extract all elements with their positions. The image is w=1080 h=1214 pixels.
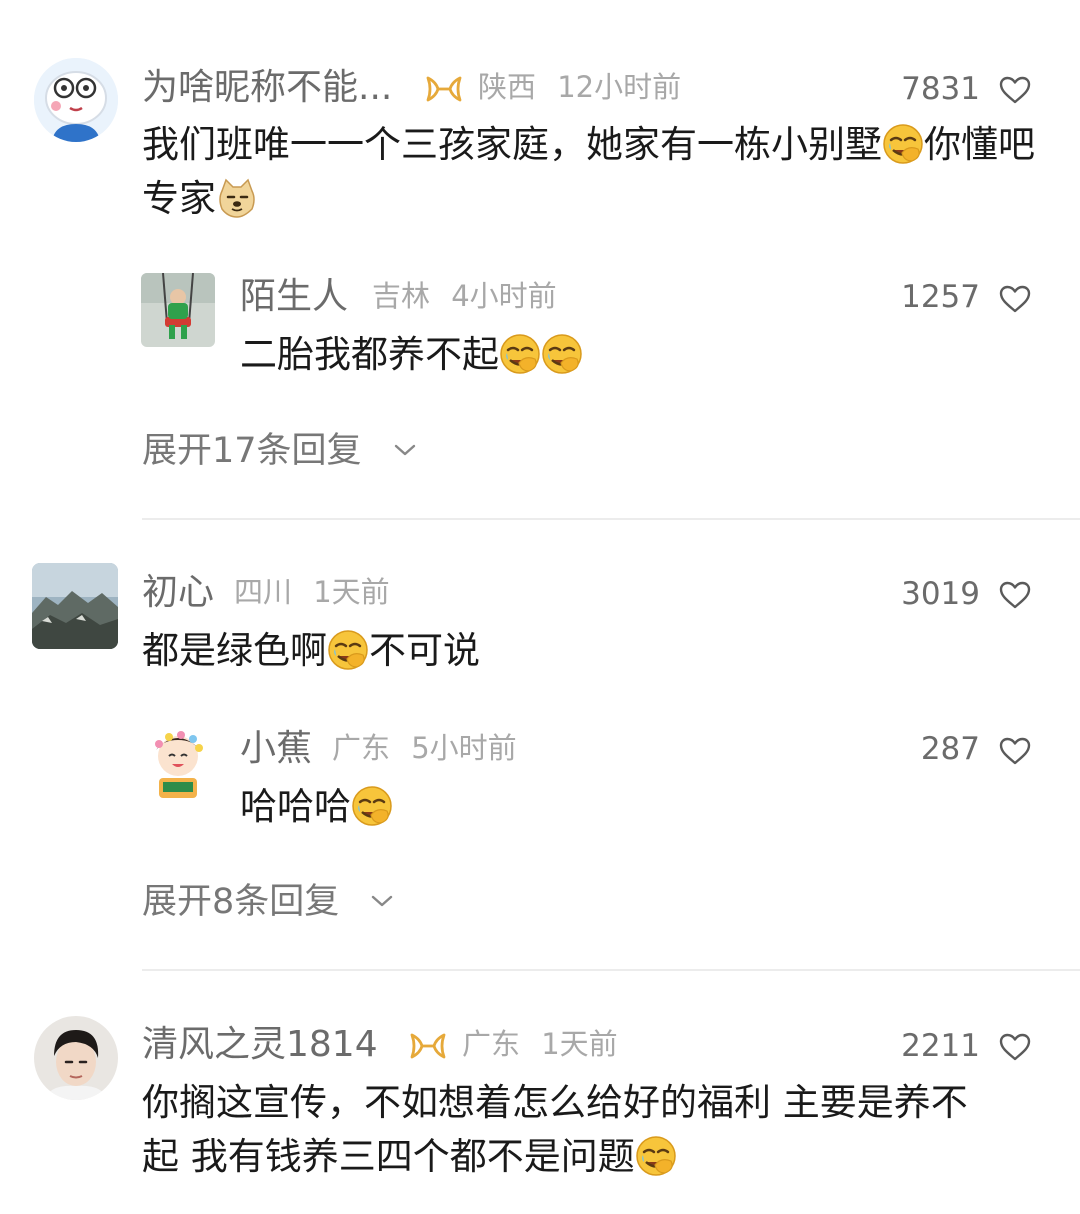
facepalm-laugh-emoji — [327, 629, 369, 671]
heart-outline-icon[interactable] — [998, 736, 1032, 766]
divider — [142, 969, 1080, 971]
avatar[interactable] — [34, 1016, 118, 1100]
time-label: 1天前 — [541, 1027, 618, 1061]
divider — [142, 518, 1080, 520]
time-label: 1天前 — [313, 575, 390, 609]
facepalm-laugh-emoji — [635, 1135, 677, 1177]
mountain-landscape-photo-icon — [32, 563, 118, 649]
comment-text: 二胎我都养不起 — [240, 328, 583, 382]
avatar[interactable] — [141, 726, 215, 800]
child-swing-photo-icon — [141, 273, 215, 347]
location-label: 四川 — [234, 575, 293, 609]
young-man-photo-icon — [34, 1016, 118, 1100]
username[interactable]: 清风之灵1814 — [142, 1027, 378, 1063]
doge-emoji — [216, 177, 258, 219]
expand-replies-button[interactable]: 展开17条回复 — [142, 434, 417, 469]
heart-outline-icon[interactable] — [998, 75, 1032, 105]
time-label: 4小时前 — [451, 279, 557, 313]
username[interactable]: 为啥昵称不能... — [142, 70, 392, 106]
heart-outline-icon[interactable] — [998, 284, 1032, 314]
comment-text: 你搁这宣传，不如想着怎么给好的福利 主要是养不 起 我有钱养三四个都不是问题 — [142, 1076, 1052, 1184]
comment-text-part: 不可说 — [369, 629, 480, 672]
facepalm-laugh-emoji — [351, 785, 393, 827]
comment-text-part: 我们班唯一一个三孩家庭，她家有一栋小别墅 — [142, 123, 882, 166]
comment-text-line-wrap: 起 我有钱养三四个都不是问题 — [142, 1130, 1052, 1184]
expand-replies-button[interactable]: 展开8条回复 — [142, 885, 394, 920]
comment-text: 都是绿色啊 不可说 — [142, 624, 480, 678]
comment-text-line: 你搁这宣传，不如想着怎么给好的福利 主要是养不 — [142, 1081, 968, 1124]
comment-text-part: 哈哈哈 — [240, 785, 351, 828]
expand-replies-label: 展开8条回复 — [142, 882, 340, 922]
like-count: 7831 — [901, 71, 980, 107]
heart-outline-icon[interactable] — [998, 580, 1032, 610]
like-count: 2211 — [901, 1028, 980, 1064]
cartoon-girl-icon — [141, 726, 215, 800]
avatar[interactable] — [34, 58, 118, 142]
location-label: 广东 — [462, 1027, 521, 1061]
facepalm-laugh-emoji — [499, 333, 541, 375]
facepalm-laugh-emoji — [541, 333, 583, 375]
comment-meta: 广东 5小时前 — [332, 734, 517, 763]
facepalm-laugh-emoji — [882, 123, 924, 165]
like-count: 3019 — [901, 576, 980, 612]
chevron-down-icon — [370, 893, 394, 909]
username[interactable]: 陌生人 — [240, 279, 348, 315]
chevron-down-icon — [393, 442, 417, 458]
like-count: 287 — [920, 731, 980, 767]
comment-text-line: 起 我有钱养三四个都不是问题 — [142, 1135, 635, 1178]
heart-outline-icon[interactable] — [998, 1032, 1032, 1062]
comment-meta: 吉林 4小时前 — [372, 282, 557, 311]
comment-meta: 陕西 12小时前 — [478, 73, 681, 102]
comment-meta: 四川 1天前 — [234, 578, 390, 607]
comment-meta: 广东 1天前 — [462, 1030, 618, 1059]
gold-ribbon-badge-icon — [424, 74, 464, 104]
location-label: 陕西 — [478, 70, 537, 104]
time-label: 12小时前 — [557, 70, 682, 104]
cartoon-sheep-icon — [34, 58, 118, 142]
username[interactable]: 初心 — [142, 575, 214, 611]
like-count: 1257 — [901, 279, 980, 315]
time-label: 5小时前 — [411, 731, 517, 765]
comment-text-part: 都是绿色啊 — [142, 629, 327, 672]
avatar[interactable] — [141, 273, 215, 347]
location-label: 吉林 — [372, 279, 431, 313]
comment-text-part: 二胎我都养不起 — [240, 333, 499, 376]
expand-replies-label: 展开17条回复 — [142, 431, 362, 471]
location-label: 广东 — [332, 731, 391, 765]
comment-text: 哈哈哈 — [240, 780, 393, 834]
avatar[interactable] — [32, 563, 118, 649]
username[interactable]: 小蕉 — [240, 731, 312, 767]
gold-ribbon-badge-icon — [408, 1031, 448, 1061]
comment-text: 我们班唯一一个三孩家庭，她家有一栋小别墅 你懂吧专家 — [142, 118, 1052, 226]
